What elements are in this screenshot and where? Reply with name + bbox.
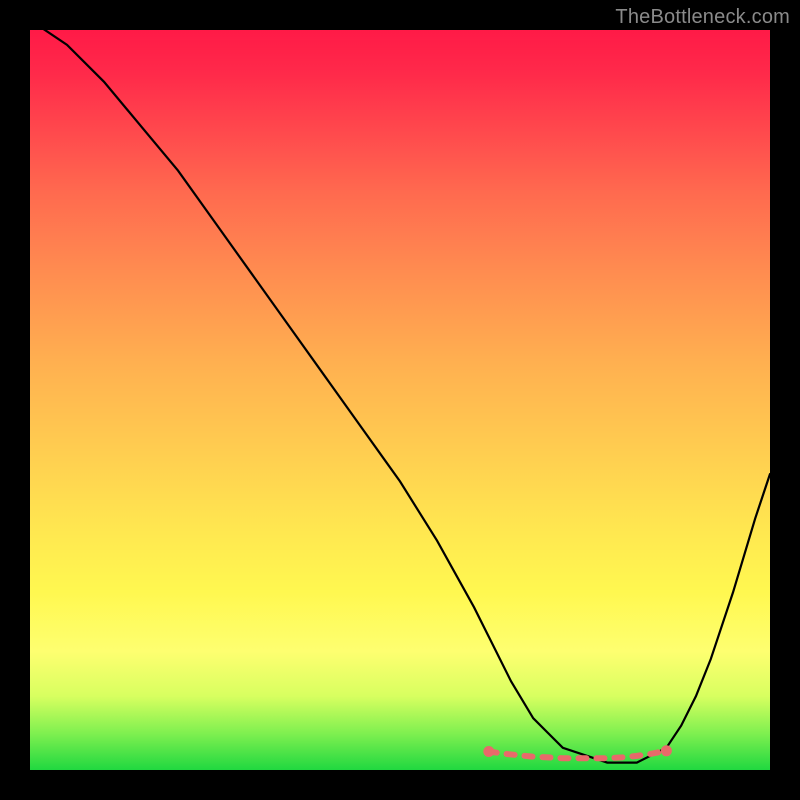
bottleneck-curve — [30, 30, 770, 763]
curve-layer — [30, 30, 770, 770]
watermark-text: TheBottleneck.com — [615, 6, 790, 29]
chart-frame — [30, 30, 770, 770]
